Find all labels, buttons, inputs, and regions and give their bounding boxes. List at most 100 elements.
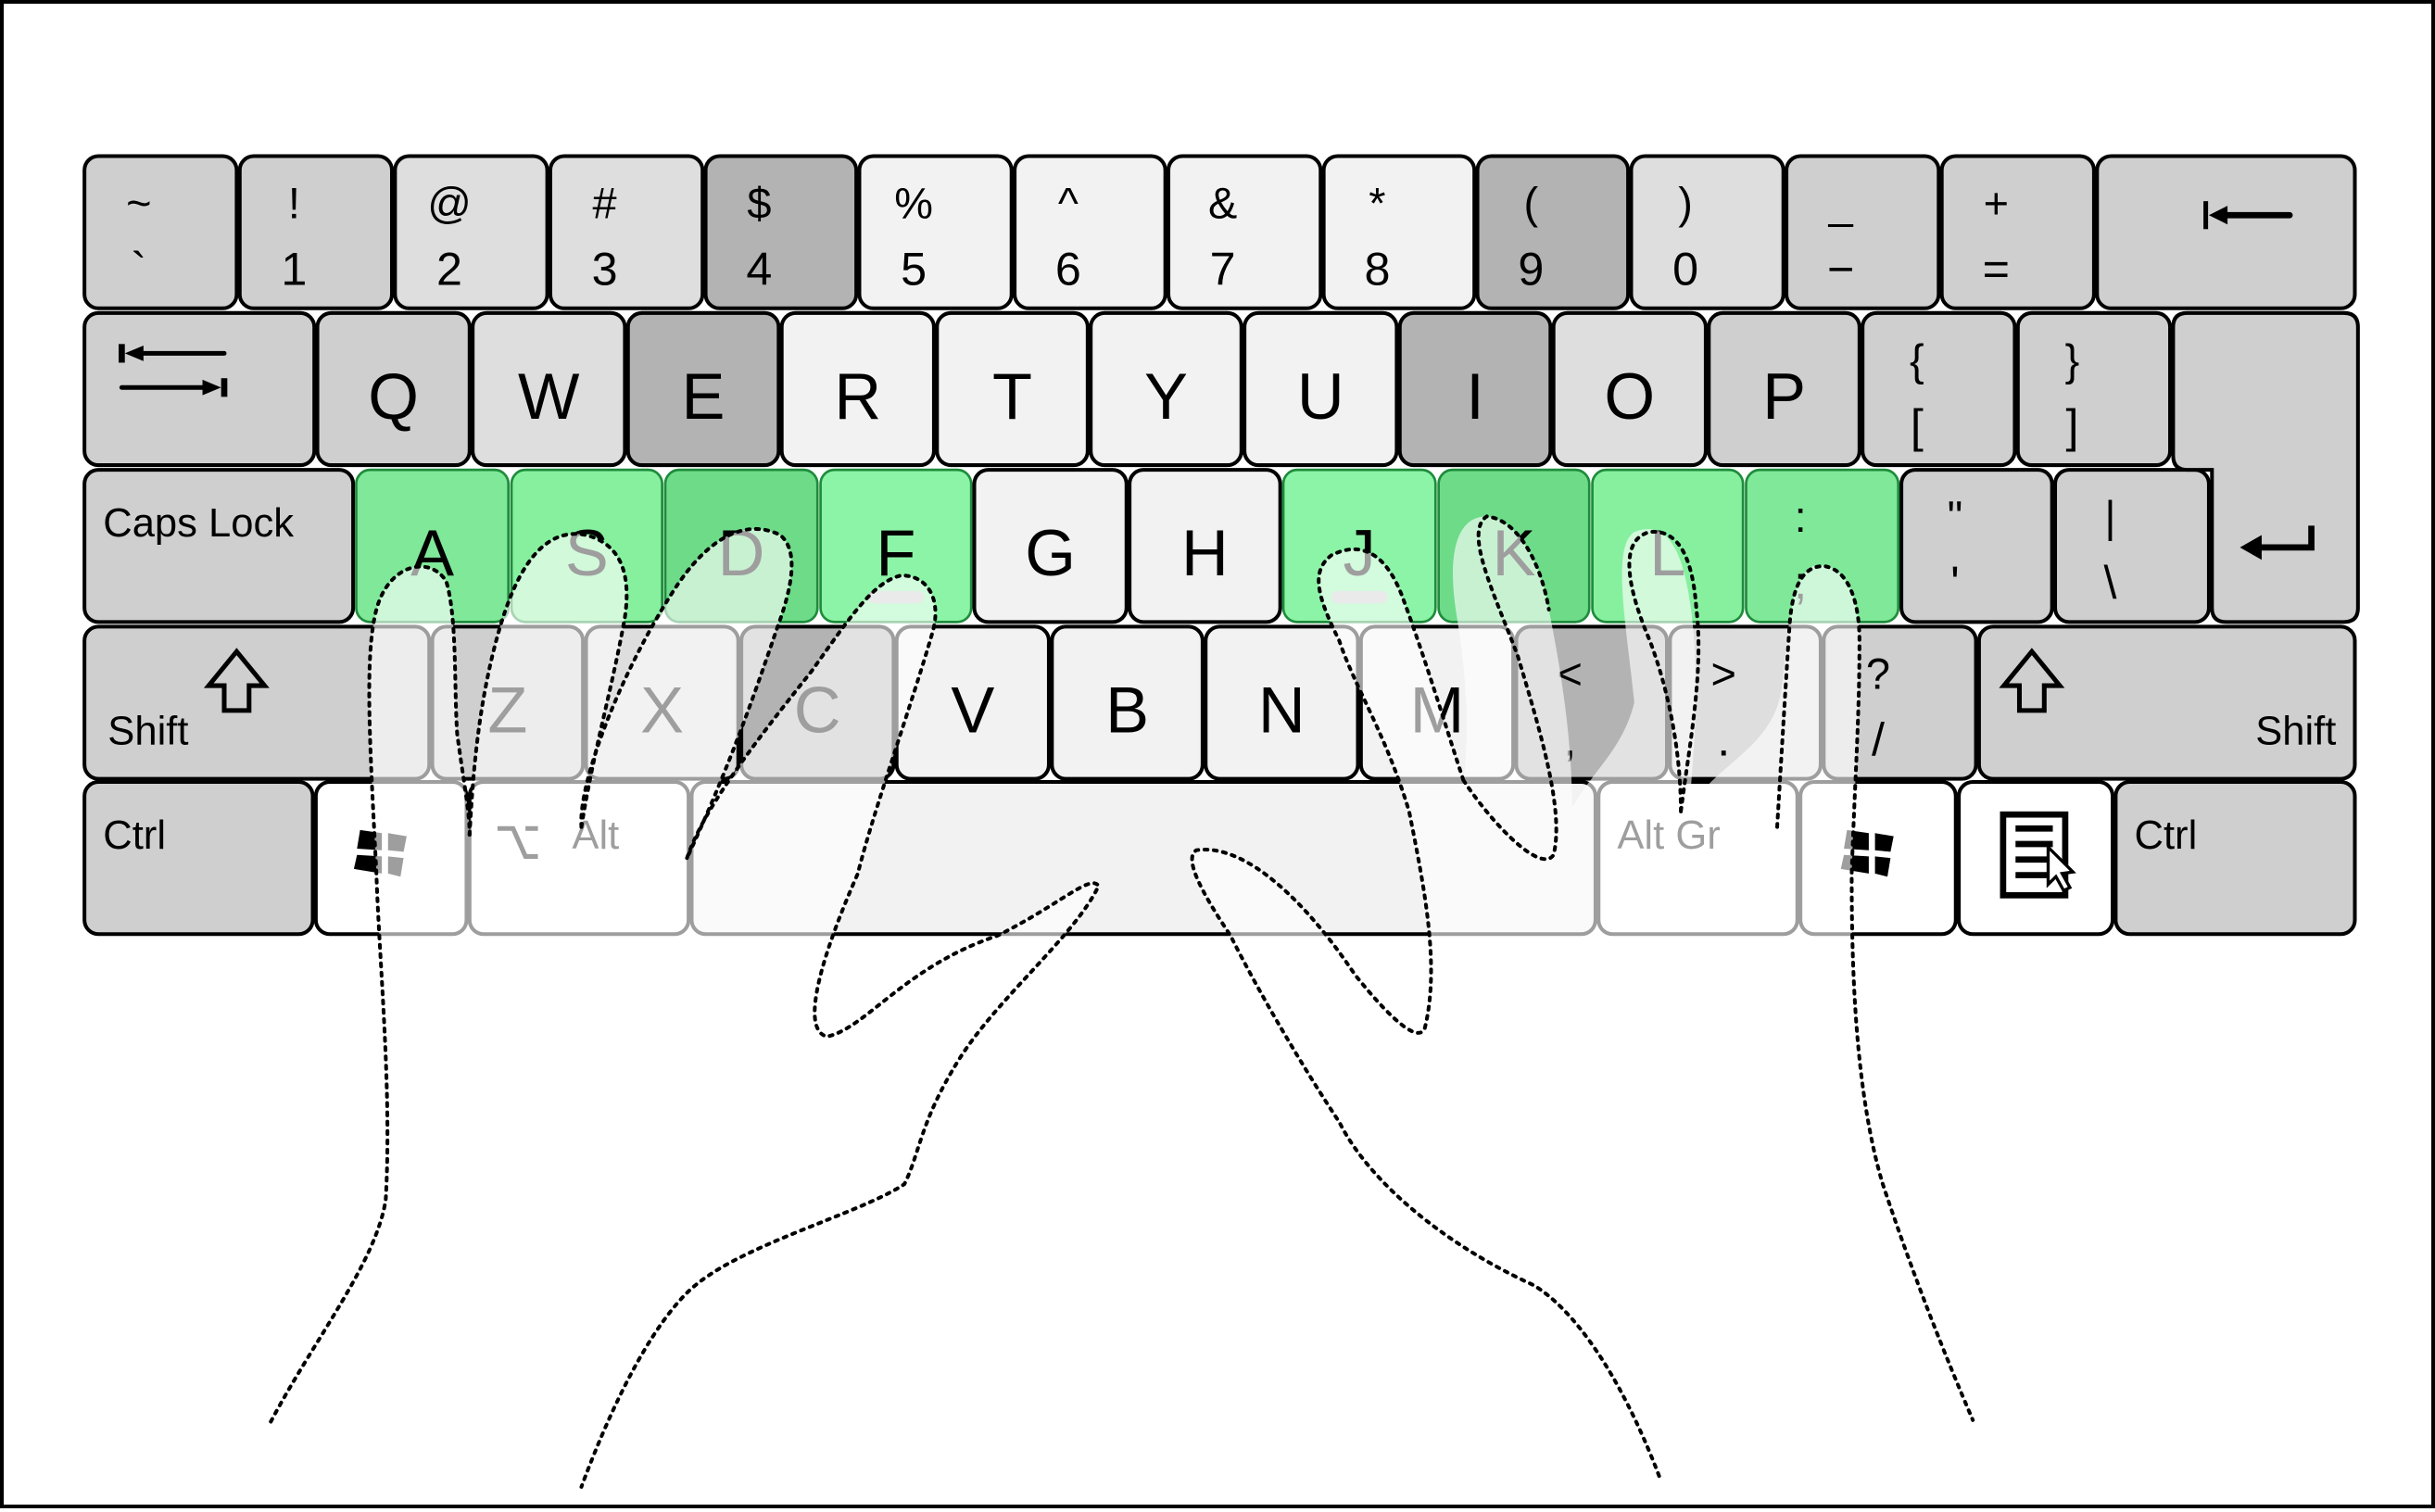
key-label: B (1105, 673, 1149, 746)
diagram-frame: ~ `! 1 @2 #3 $4% 5 ^ 6 & 7 * 8(9) 0 _ − + = Q W E R T Y U I O P{[}]… (0, 0, 2435, 1508)
keycap (1629, 154, 1785, 310)
key-label: Q (368, 359, 419, 433)
key-r[interactable]: R (779, 310, 936, 468)
key-label: Ctrl (2135, 813, 2198, 858)
keycap (82, 779, 315, 937)
key-t[interactable]: T (935, 310, 1090, 468)
key-label: Ctrl (103, 813, 166, 858)
keycap (1321, 154, 1477, 310)
keycap (82, 154, 239, 310)
key-base-legend: / (1872, 712, 1885, 765)
key-label: W (518, 359, 580, 433)
key-lbracket[interactable]: {[ (1861, 310, 2017, 468)
key-6[interactable]: ^6 (1013, 154, 1167, 310)
key-shift-legend: & (1208, 180, 1237, 228)
key-e[interactable]: E (625, 310, 781, 468)
key-g[interactable]: G (972, 468, 1129, 624)
key-label: Shift (2255, 710, 2336, 754)
key-q[interactable]: Q (315, 310, 472, 468)
key-backspace[interactable] (2095, 154, 2357, 310)
keycap (857, 154, 1014, 310)
key-3[interactable]: #3 (548, 154, 705, 310)
key-label: P (1762, 359, 1806, 433)
key-shift-legend: @ (427, 180, 472, 228)
keycap (2015, 310, 2173, 468)
key-base-legend: 0 (1672, 243, 1698, 296)
key-1[interactable]: !1 (237, 154, 395, 310)
key-9[interactable]: (9 (1475, 154, 1631, 310)
key-y[interactable]: Y (1089, 310, 1243, 468)
key-rctrl[interactable]: Ctrl (2113, 779, 2357, 937)
key-shift-legend: ! (288, 180, 300, 228)
key-8[interactable]: *8 (1321, 154, 1477, 310)
key-shift-legend: + (1984, 180, 2009, 228)
key-2[interactable]: @2 (393, 154, 549, 310)
keycap (1939, 154, 2096, 310)
key-base-legend: ` (131, 243, 146, 296)
key-shift-legend: # (593, 180, 617, 228)
key-o[interactable]: O (1551, 310, 1708, 468)
key-h[interactable]: H (1128, 468, 1282, 624)
keycap (1899, 468, 2054, 624)
key-backslash[interactable]: |\ (2053, 468, 2211, 624)
key-label: H (1181, 516, 1229, 589)
key-lctrl[interactable]: Ctrl (82, 779, 315, 937)
key-n[interactable]: N (1204, 624, 1360, 781)
keycap (237, 154, 395, 310)
key-minus[interactable]: _− (1785, 154, 1941, 310)
key-shift-legend: " (1948, 493, 1963, 541)
key-menu[interactable] (1957, 779, 2115, 937)
key-base-legend: . (1717, 712, 1730, 765)
keycap (2095, 154, 2357, 310)
key-label: V (951, 673, 994, 746)
key-shift-legend: : (1795, 493, 1807, 541)
key-base-legend: 6 (1055, 243, 1081, 296)
keycap (2053, 468, 2211, 624)
key-rshift[interactable]: Shift (1976, 624, 2357, 781)
key-base-legend: ' (1950, 556, 1960, 609)
key-7[interactable]: &7 (1167, 154, 1323, 310)
key-tab[interactable] (82, 310, 317, 468)
key-base-legend: ] (2065, 399, 2078, 452)
key-shift-legend: } (2065, 336, 2080, 384)
key-base-legend: \ (2104, 556, 2117, 609)
key-quote[interactable]: "' (1899, 468, 2054, 624)
key-base-legend: 5 (901, 243, 927, 296)
key-base-legend: = (1983, 243, 2010, 296)
key-w[interactable]: W (471, 310, 627, 468)
key-shift-legend: | (2104, 493, 2115, 541)
key-shift-legend: { (1910, 336, 1924, 384)
key-shift-legend: _ (1828, 180, 1854, 228)
key-shift-legend: ) (1678, 180, 1693, 228)
key-shift-legend: > (1710, 649, 1735, 698)
key-label: R (834, 359, 881, 433)
keycap (2113, 779, 2357, 937)
key-label: G (1025, 516, 1076, 589)
key-u[interactable]: U (1243, 310, 1399, 468)
key-5[interactable]: %5 (857, 154, 1014, 310)
menu-icon (2000, 811, 2076, 899)
key-i[interactable]: I (1397, 310, 1553, 468)
key-p[interactable]: P (1707, 310, 1861, 468)
keycap (1013, 154, 1167, 310)
key-b[interactable]: B (1050, 624, 1205, 781)
key-rbracket[interactable]: }] (2015, 310, 2173, 468)
key-label: Caps Lock (103, 501, 294, 546)
key-label: Shift (107, 710, 188, 754)
key-shift-legend: % (894, 180, 933, 228)
key-backtick[interactable]: ~` (82, 154, 239, 310)
key-0[interactable]: )0 (1629, 154, 1785, 310)
key-base-legend: 4 (746, 243, 772, 296)
keyboard-diagram: ~`!1@2#3$4%5^6&7*8(9)0_−+=Q W E R T Y U I O P{[}]… (82, 154, 2360, 1495)
key-base-legend: 2 (436, 243, 462, 296)
key-capslock[interactable]: Caps Lock (82, 468, 356, 624)
key-shift-legend: ~ (126, 180, 151, 228)
keycap (1785, 154, 1941, 310)
key-base-legend: 9 (1518, 243, 1544, 296)
key-shift-legend: ^ (1058, 180, 1079, 228)
key-equals[interactable]: += (1939, 154, 2096, 310)
key-base-legend: 1 (281, 243, 307, 296)
key-shift-legend: ? (1866, 649, 1890, 698)
key-4[interactable]: $4 (703, 154, 859, 310)
key-label: U (1297, 359, 1344, 433)
